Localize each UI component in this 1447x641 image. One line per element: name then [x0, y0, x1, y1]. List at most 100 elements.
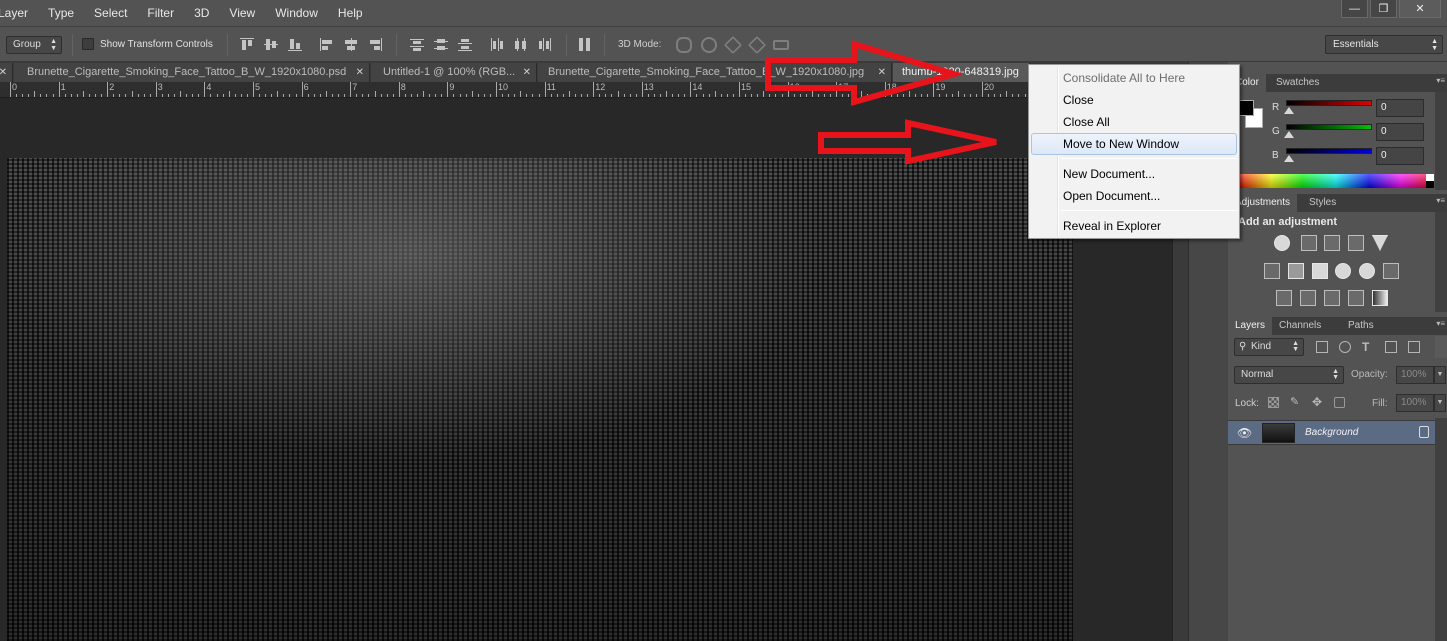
- layers-panel-scrollbar[interactable]: [1435, 418, 1447, 641]
- panel-menu-icon[interactable]: ▾≡: [1436, 76, 1445, 85]
- show-transform-controls-checkbox[interactable]: [82, 38, 94, 50]
- selective-color-icon[interactable]: [1372, 290, 1388, 306]
- color-panel-scrollbar[interactable]: [1435, 92, 1447, 190]
- close-tab-icon[interactable]: ✕: [356, 63, 364, 82]
- distribute-hcenter-icon[interactable]: [514, 38, 528, 51]
- photo-filter-icon[interactable]: [1335, 263, 1351, 279]
- filter-pixel-icon[interactable]: [1316, 341, 1328, 353]
- drag-3d-icon[interactable]: [723, 35, 743, 55]
- close-tab-icon[interactable]: ✕: [0, 63, 7, 82]
- vibrance-icon[interactable]: [1372, 235, 1388, 251]
- blue-slider-thumb[interactable]: [1284, 155, 1294, 162]
- menu-help[interactable]: Help: [326, 0, 371, 26]
- distribute-bottom-icon[interactable]: [458, 38, 472, 51]
- blend-mode-dropdown[interactable]: Normal ▲ ▼: [1234, 366, 1344, 384]
- menu-item-open-document[interactable]: Open Document...: [1031, 185, 1237, 207]
- opacity-slider-toggle[interactable]: ▼: [1434, 366, 1446, 384]
- tab-channels[interactable]: Channels: [1272, 317, 1328, 335]
- close-tab-icon[interactable]: ✕: [523, 63, 531, 82]
- tab-paths[interactable]: Paths: [1341, 317, 1381, 335]
- distribute-vcenter-icon[interactable]: [434, 38, 448, 51]
- red-value-field[interactable]: 0: [1376, 99, 1424, 117]
- align-bottom-icon[interactable]: [288, 38, 302, 51]
- distribute-left-icon[interactable]: [490, 38, 504, 51]
- adjustments-panel-scrollbar[interactable]: [1435, 212, 1447, 312]
- fill-slider-toggle[interactable]: ▼: [1434, 394, 1446, 412]
- menu-item-reveal-in-explorer[interactable]: Reveal in Explorer: [1031, 215, 1237, 237]
- distribute-right-icon[interactable]: [538, 38, 552, 51]
- opacity-field[interactable]: 100%: [1396, 366, 1434, 384]
- invert-icon[interactable]: [1276, 290, 1292, 306]
- hue-saturation-icon[interactable]: [1264, 263, 1280, 279]
- channel-mixer-icon[interactable]: [1359, 263, 1375, 279]
- gradient-map-icon[interactable]: [1348, 290, 1364, 306]
- eye-icon[interactable]: 👁: [1237, 426, 1252, 440]
- green-slider-track[interactable]: [1286, 124, 1372, 130]
- menu-item-close[interactable]: Close: [1031, 89, 1237, 111]
- distribute-top-icon[interactable]: [410, 38, 424, 51]
- blue-value-field[interactable]: 0: [1376, 147, 1424, 165]
- menu-filter[interactable]: Filter: [135, 0, 182, 26]
- levels-icon[interactable]: [1301, 235, 1317, 251]
- menu-layer[interactable]: Layer: [0, 0, 36, 26]
- lock-pixels-icon[interactable]: ✎: [1290, 397, 1301, 408]
- align-right-icon[interactable]: [368, 38, 382, 51]
- curves-icon[interactable]: [1324, 235, 1340, 251]
- menu-item-consolidate-all[interactable]: Consolidate All to Here: [1031, 67, 1237, 89]
- workspace-switcher[interactable]: Essentials ▲ ▼: [1325, 35, 1443, 54]
- blue-slider-track[interactable]: [1286, 148, 1372, 154]
- menu-3d[interactable]: 3D: [182, 0, 217, 26]
- color-balance-icon[interactable]: [1288, 263, 1304, 279]
- exposure-icon[interactable]: [1348, 235, 1364, 251]
- filter-type-icon[interactable]: T: [1362, 341, 1374, 353]
- foreground-color-swatch[interactable]: [1238, 100, 1254, 116]
- green-slider-thumb[interactable]: [1284, 131, 1294, 138]
- brightness-contrast-icon[interactable]: [1274, 235, 1290, 251]
- black-white-ramp[interactable]: [1426, 174, 1434, 188]
- document-tab-partial[interactable]: ✕: [0, 63, 13, 82]
- lock-transparent-icon[interactable]: [1268, 397, 1279, 408]
- green-value-field[interactable]: 0: [1376, 123, 1424, 141]
- roll-3d-icon[interactable]: [701, 37, 717, 53]
- tab-layers[interactable]: Layers: [1228, 317, 1273, 335]
- layer-row[interactable]: 👁 Background: [1228, 420, 1435, 445]
- restore-button[interactable]: ❐: [1370, 0, 1397, 18]
- tab-styles[interactable]: Styles: [1302, 194, 1343, 212]
- align-hcenter-icon[interactable]: [344, 38, 358, 51]
- panel-menu-icon[interactable]: ▾≡: [1436, 196, 1445, 205]
- threshold-icon[interactable]: [1324, 290, 1340, 306]
- menu-type[interactable]: Type: [36, 0, 82, 26]
- black-white-icon[interactable]: [1312, 263, 1328, 279]
- menu-item-new-document[interactable]: New Document...: [1031, 163, 1237, 185]
- document-canvas[interactable]: [7, 158, 1073, 641]
- fill-field[interactable]: 100%: [1396, 394, 1434, 412]
- document-tab[interactable]: Untitled-1 @ 100% (RGB... ✕: [371, 63, 537, 82]
- align-vcenter-icon[interactable]: [264, 38, 278, 51]
- color-lookup-icon[interactable]: [1383, 263, 1399, 279]
- red-slider-track[interactable]: [1286, 100, 1372, 106]
- layer-filter-dropdown[interactable]: ⚲ Kind ▲ ▼: [1234, 338, 1304, 356]
- rotate-3d-icon[interactable]: [676, 37, 692, 53]
- filter-shape-icon[interactable]: [1385, 341, 1397, 353]
- tab-swatches[interactable]: Swatches: [1269, 74, 1326, 92]
- filter-toggle-switch[interactable]: [1435, 336, 1447, 358]
- lock-all-icon[interactable]: [1334, 397, 1345, 408]
- layer-name[interactable]: Background: [1305, 427, 1358, 438]
- auto-select-dropdown[interactable]: Group ▲ ▼: [6, 36, 62, 54]
- menu-item-move-to-new-window[interactable]: Move to New Window: [1031, 133, 1237, 155]
- filter-smart-object-icon[interactable]: [1408, 341, 1420, 353]
- menu-view[interactable]: View: [217, 0, 263, 26]
- auto-align-layers-icon[interactable]: [578, 38, 592, 51]
- color-spectrum-bar[interactable]: [1238, 174, 1434, 188]
- menu-window[interactable]: Window: [263, 0, 326, 26]
- document-tab[interactable]: Brunette_Cigarette_Smoking_Face_Tattoo_B…: [14, 63, 370, 82]
- menu-select[interactable]: Select: [82, 0, 135, 26]
- panel-menu-icon[interactable]: ▾≡: [1436, 319, 1445, 328]
- posterize-icon[interactable]: [1300, 290, 1316, 306]
- lock-position-icon[interactable]: ✥: [1312, 396, 1323, 408]
- red-slider-thumb[interactable]: [1284, 107, 1294, 114]
- align-top-icon[interactable]: [240, 38, 254, 51]
- minimize-button[interactable]: —: [1341, 0, 1368, 18]
- menu-item-close-all[interactable]: Close All: [1031, 111, 1237, 133]
- close-window-button[interactable]: ✕: [1399, 0, 1441, 18]
